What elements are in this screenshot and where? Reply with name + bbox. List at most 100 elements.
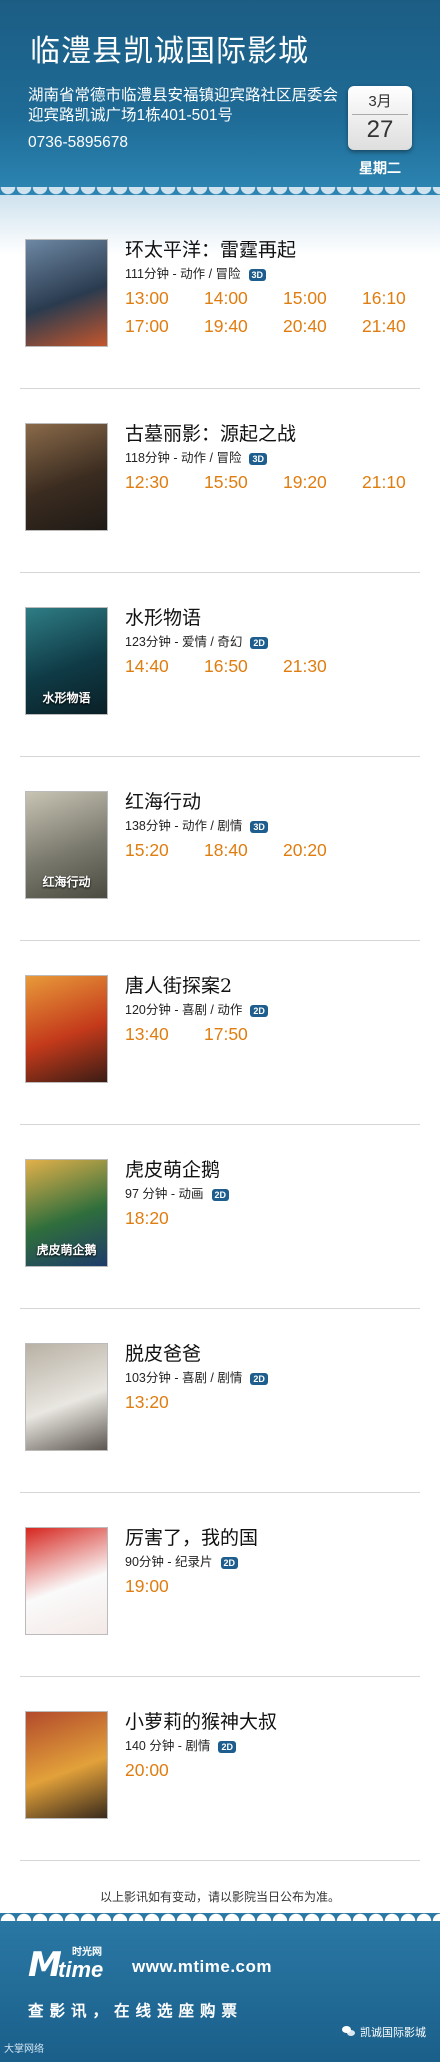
showtime[interactable]: 16:10	[362, 287, 440, 309]
format-badge: 3D	[250, 820, 268, 833]
movie-title[interactable]: 红海行动	[125, 787, 201, 814]
movie-meta: 140 分钟 - 剧情 2D	[125, 1735, 236, 1754]
showtime[interactable]: 13:00	[125, 287, 204, 309]
movie-item[interactable]: 小萝莉的猴神大叔 140 分钟 - 剧情 2D 20:00	[20, 1677, 420, 1861]
movie-meta: 120分钟 - 喜剧 / 动作 2D	[125, 999, 268, 1018]
showtime[interactable]: 12:30	[125, 471, 204, 493]
movie-meta: 138分钟 - 动作 / 剧情 3D	[125, 815, 268, 834]
showtime[interactable]: 20:20	[283, 839, 362, 861]
movie-title[interactable]: 唐人街探案2	[125, 971, 232, 998]
showtime[interactable]: 19:20	[283, 471, 362, 493]
movie-item[interactable]: 环太平洋：雷霆再起 111分钟 - 动作 / 冒险 3D 13:00 14:00 15:0…	[20, 205, 420, 389]
movie-duration-genre: 140 分钟 - 剧情	[125, 1739, 211, 1753]
showtime[interactable]: 15:00	[283, 287, 362, 309]
showtime[interactable]: 16:50	[204, 655, 283, 677]
showtime[interactable]: 13:20	[125, 1391, 204, 1413]
showtime[interactable]: 20:40	[283, 315, 362, 337]
showtime-list: 15:20 18:40 20:20	[125, 839, 425, 861]
movie-poster[interactable]	[25, 975, 108, 1083]
poster-image	[26, 424, 107, 530]
movie-duration-genre: 120分钟 - 喜剧 / 动作	[125, 1003, 243, 1017]
schedule-notice: 以上影讯如有变动，请以影院当日公布为准。	[99, 1890, 340, 1904]
movie-item[interactable]: 红海行动 红海行动 138分钟 - 动作 / 剧情 3D 15:20 18:40 20:20	[20, 757, 420, 941]
showtime[interactable]: 14:40	[125, 655, 204, 677]
movie-poster[interactable]: 红海行动	[25, 791, 108, 899]
poster-title-text: 红海行动	[42, 875, 91, 889]
showtime[interactable]: 15:50	[204, 471, 283, 493]
wechat-account[interactable]: 凯诚国际影城	[342, 2024, 426, 2040]
showtime[interactable]: 13:40	[125, 1023, 204, 1045]
poster-image	[26, 240, 107, 346]
showtime-list: 13:40 17:50	[125, 1023, 425, 1045]
cinema-header: 临澧县凯诚国际影城 湖南省常德市临澧县安福镇迎宾路社区居委会迎宾路凯诚广场1栋4…	[0, 0, 440, 195]
movie-poster[interactable]	[25, 239, 108, 347]
showtime-list: 18:20	[125, 1207, 425, 1229]
movie-meta: 111分钟 - 动作 / 冒险 3D	[125, 263, 267, 282]
poster-title-text: 水形物语	[42, 691, 91, 705]
movie-title[interactable]: 脱皮爸爸	[125, 1339, 201, 1366]
format-badge: 3D	[248, 268, 267, 281]
mtime-logo-text: time	[58, 1957, 104, 1982]
showtime[interactable]: 21:40	[362, 315, 440, 337]
movie-duration-genre: 111分钟 - 动作 / 冒险	[125, 267, 241, 281]
showtime[interactable]: 18:20	[125, 1207, 204, 1229]
footer-slogan: 查影讯，在线选座购票	[28, 2003, 244, 2020]
movie-title[interactable]: 厉害了，我的国	[125, 1523, 258, 1550]
showtime[interactable]: 14:00	[204, 287, 283, 309]
movie-duration-genre: 90分钟 - 纪录片	[125, 1555, 213, 1569]
movie-item[interactable]: 古墓丽影：源起之战 118分钟 - 动作 / 冒险 3D 12:30 15:50 19:2…	[20, 389, 420, 573]
movie-item[interactable]: 脱皮爸爸 103分钟 - 喜剧 / 剧情 2D 13:20	[20, 1309, 420, 1493]
date-month: 3月	[368, 93, 392, 110]
showtime-list: 20:00	[125, 1759, 425, 1781]
movie-meta: 103分钟 - 喜剧 / 剧情 2D	[125, 1367, 268, 1386]
poster-image	[26, 1344, 107, 1450]
format-badge: 2D	[211, 1188, 230, 1201]
date-weekday: 星期二	[359, 160, 401, 176]
movie-poster[interactable]: 水形物语	[25, 607, 108, 715]
mtime-logo[interactable]: M 时光网 time	[28, 1947, 124, 1983]
showtime-list: 14:40 16:50 21:30	[125, 655, 425, 677]
format-badge: 2D	[250, 1004, 268, 1017]
cinema-address: 湖南省常德市临澧县安福镇迎宾路社区居委会迎宾路凯诚广场1栋401-501号	[28, 87, 339, 124]
account-name: 凯诚国际影城	[360, 2027, 426, 2039]
showtime[interactable]: 20:00	[125, 1759, 204, 1781]
showtime[interactable]: 19:40	[204, 315, 283, 337]
movie-poster[interactable]	[25, 1343, 108, 1451]
poster-title-text: 虎皮萌企鹅	[36, 1243, 97, 1257]
movie-item[interactable]: 厉害了，我的国 90分钟 - 纪录片 2D 19:00	[20, 1493, 420, 1677]
movie-duration-genre: 123分钟 - 爱情 / 奇幻	[125, 635, 243, 649]
format-badge: 2D	[250, 636, 268, 649]
movie-title[interactable]: 古墓丽影：源起之战	[125, 419, 296, 446]
showtime[interactable]: 17:00	[125, 315, 204, 337]
showtime[interactable]: 15:20	[125, 839, 204, 861]
poster-image	[26, 1712, 107, 1818]
movie-item[interactable]: 虎皮萌企鹅 虎皮萌企鹅 97 分钟 - 动画 2D 18:20	[20, 1125, 420, 1309]
movie-title[interactable]: 水形物语	[125, 603, 201, 630]
movie-title[interactable]: 环太平洋：雷霆再起	[125, 235, 296, 262]
movie-item[interactable]: 水形物语 水形物语 123分钟 - 爱情 / 奇幻 2D 14:40 16:50 21:30	[20, 573, 420, 757]
movie-meta: 97 分钟 - 动画 2D	[125, 1183, 230, 1202]
movie-meta: 123分钟 - 爱情 / 奇幻 2D	[125, 631, 268, 650]
movie-poster[interactable]: 虎皮萌企鹅	[25, 1159, 108, 1267]
movie-title[interactable]: 小萝莉的猴神大叔	[125, 1707, 277, 1734]
showtime[interactable]: 18:40	[204, 839, 283, 861]
mtime-footer: M 时光网 time www.mtime.com 查影讯，在线选座购票 大掌网络…	[0, 1905, 440, 2062]
cinema-phone[interactable]: 0736-5895678	[28, 134, 128, 152]
movie-item[interactable]: 唐人街探案2 120分钟 - 喜剧 / 动作 2D 13:40 17:50	[20, 941, 420, 1125]
wechat-icon	[342, 2026, 356, 2038]
showtime[interactable]: 19:00	[125, 1575, 204, 1597]
showtime[interactable]: 17:50	[204, 1023, 283, 1045]
mtime-logo-cn: 时光网	[72, 1947, 102, 1958]
movie-poster[interactable]	[25, 423, 108, 531]
movie-meta: 118分钟 - 动作 / 冒险 3D	[125, 447, 267, 466]
movie-poster[interactable]	[25, 1711, 108, 1819]
site-url-link[interactable]: www.mtime.com	[132, 1957, 272, 1977]
movie-title[interactable]: 虎皮萌企鹅	[125, 1155, 220, 1182]
showtime[interactable]: 21:10	[362, 471, 440, 493]
format-badge: 2D	[220, 1556, 239, 1569]
poster-image	[26, 976, 107, 1082]
movie-poster[interactable]	[25, 1527, 108, 1635]
showtime[interactable]: 21:30	[283, 655, 362, 677]
ticket-edge-bottom	[0, 1905, 440, 1921]
movie-duration-genre: 97 分钟 - 动画	[125, 1187, 204, 1201]
